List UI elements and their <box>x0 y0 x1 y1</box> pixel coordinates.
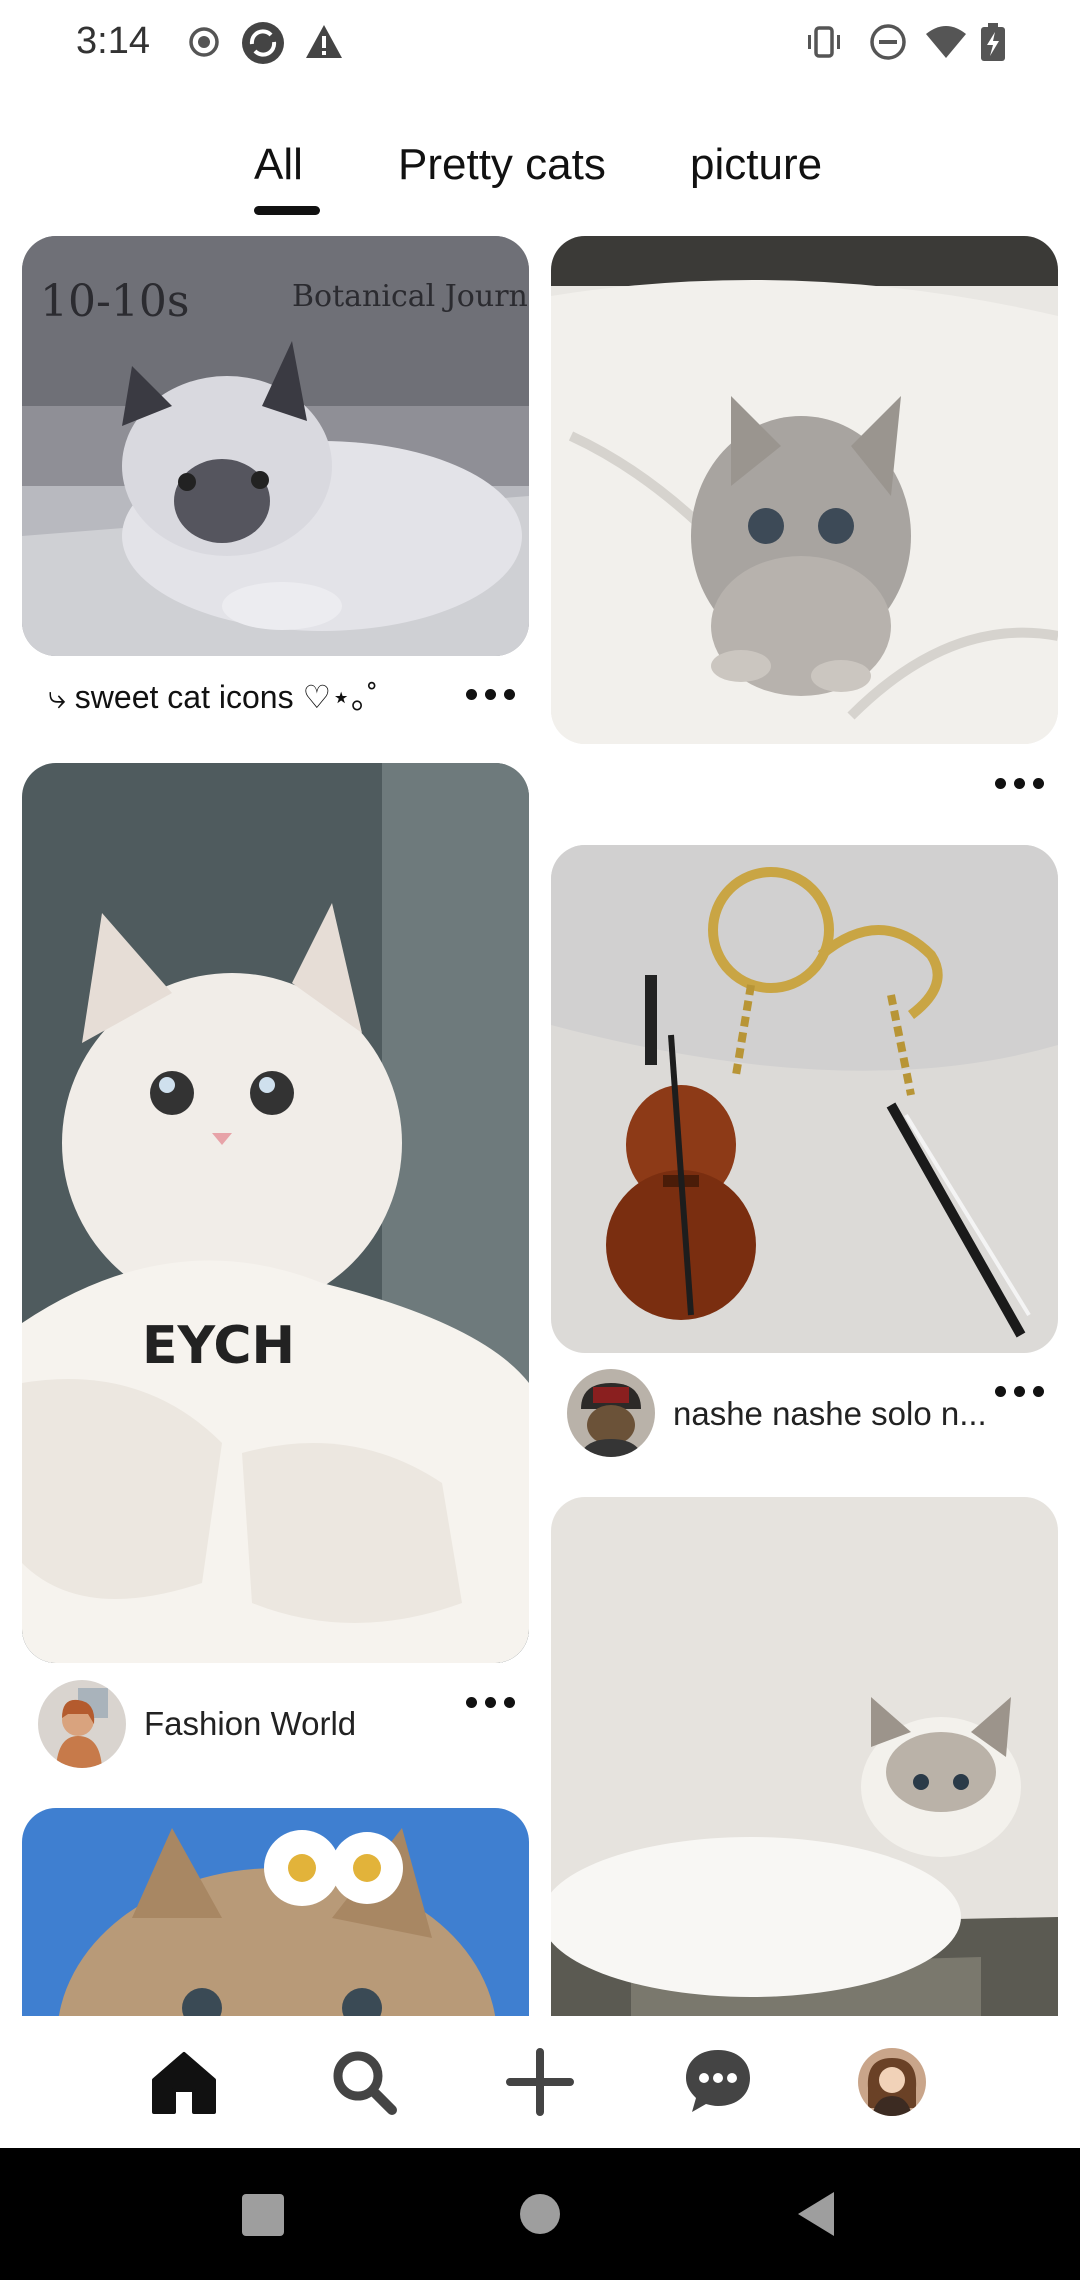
vibrate-icon <box>804 22 844 62</box>
pin-title[interactable]: ⤷ sweet cat icons ♡⋆｡˚ <box>48 672 378 718</box>
svg-text:10-10s: 10-10s <box>40 276 189 327</box>
sync-icon <box>240 20 286 66</box>
author-avatar[interactable] <box>567 1369 655 1457</box>
more-options-icon[interactable] <box>464 680 518 710</box>
system-nav-bar <box>0 2148 1080 2280</box>
svg-text:EYCH: EYCH <box>142 1316 295 1376</box>
do-not-disturb-icon <box>868 22 908 62</box>
back-button[interactable] <box>796 2190 836 2238</box>
alert-icon <box>304 22 344 62</box>
wifi-icon <box>924 22 968 62</box>
tab-pretty-cats[interactable]: Pretty cats <box>398 140 606 190</box>
home-icon[interactable] <box>148 2046 220 2118</box>
pin-image-violin-keychain[interactable] <box>551 845 1058 1353</box>
home-button[interactable] <box>520 2194 560 2234</box>
board-tabs: All Pretty cats picture <box>0 140 1080 220</box>
record-icon <box>184 22 224 62</box>
messages-icon[interactable] <box>682 2046 754 2118</box>
active-tab-indicator <box>254 206 320 215</box>
status-time: 3:14 <box>76 20 150 62</box>
pin-image-siamese-kitten[interactable]: 10-10s Botanical Journals <box>22 236 529 656</box>
battery-charging-icon <box>978 22 1008 62</box>
pin-image-ragdoll-cat[interactable] <box>551 1497 1058 2016</box>
author-name[interactable]: Fashion World <box>144 1705 356 1743</box>
create-icon[interactable] <box>504 2046 576 2118</box>
pin-image-kitten-in-hoodie[interactable]: EYCH <box>22 763 529 1663</box>
bottom-nav <box>0 2016 1080 2148</box>
svg-text:Botanical Journals: Botanical Journals <box>292 279 529 314</box>
search-icon[interactable] <box>328 2046 400 2118</box>
author-avatar[interactable] <box>38 1680 126 1768</box>
tab-all[interactable]: All <box>254 140 303 190</box>
status-bar: 3:14 <box>0 0 1080 90</box>
more-options-icon[interactable] <box>993 769 1047 799</box>
pin-image-grey-kitten[interactable] <box>551 236 1058 744</box>
profile-avatar[interactable] <box>858 2048 926 2116</box>
author-name[interactable]: nashe nashe solo n... <box>673 1395 987 1433</box>
tab-picture[interactable]: picture <box>690 140 822 190</box>
more-options-icon[interactable] <box>993 1377 1047 1407</box>
pin-image-cat-with-daisies[interactable] <box>22 1808 529 2016</box>
more-options-icon[interactable] <box>464 1688 518 1718</box>
recents-button[interactable] <box>242 2194 284 2236</box>
